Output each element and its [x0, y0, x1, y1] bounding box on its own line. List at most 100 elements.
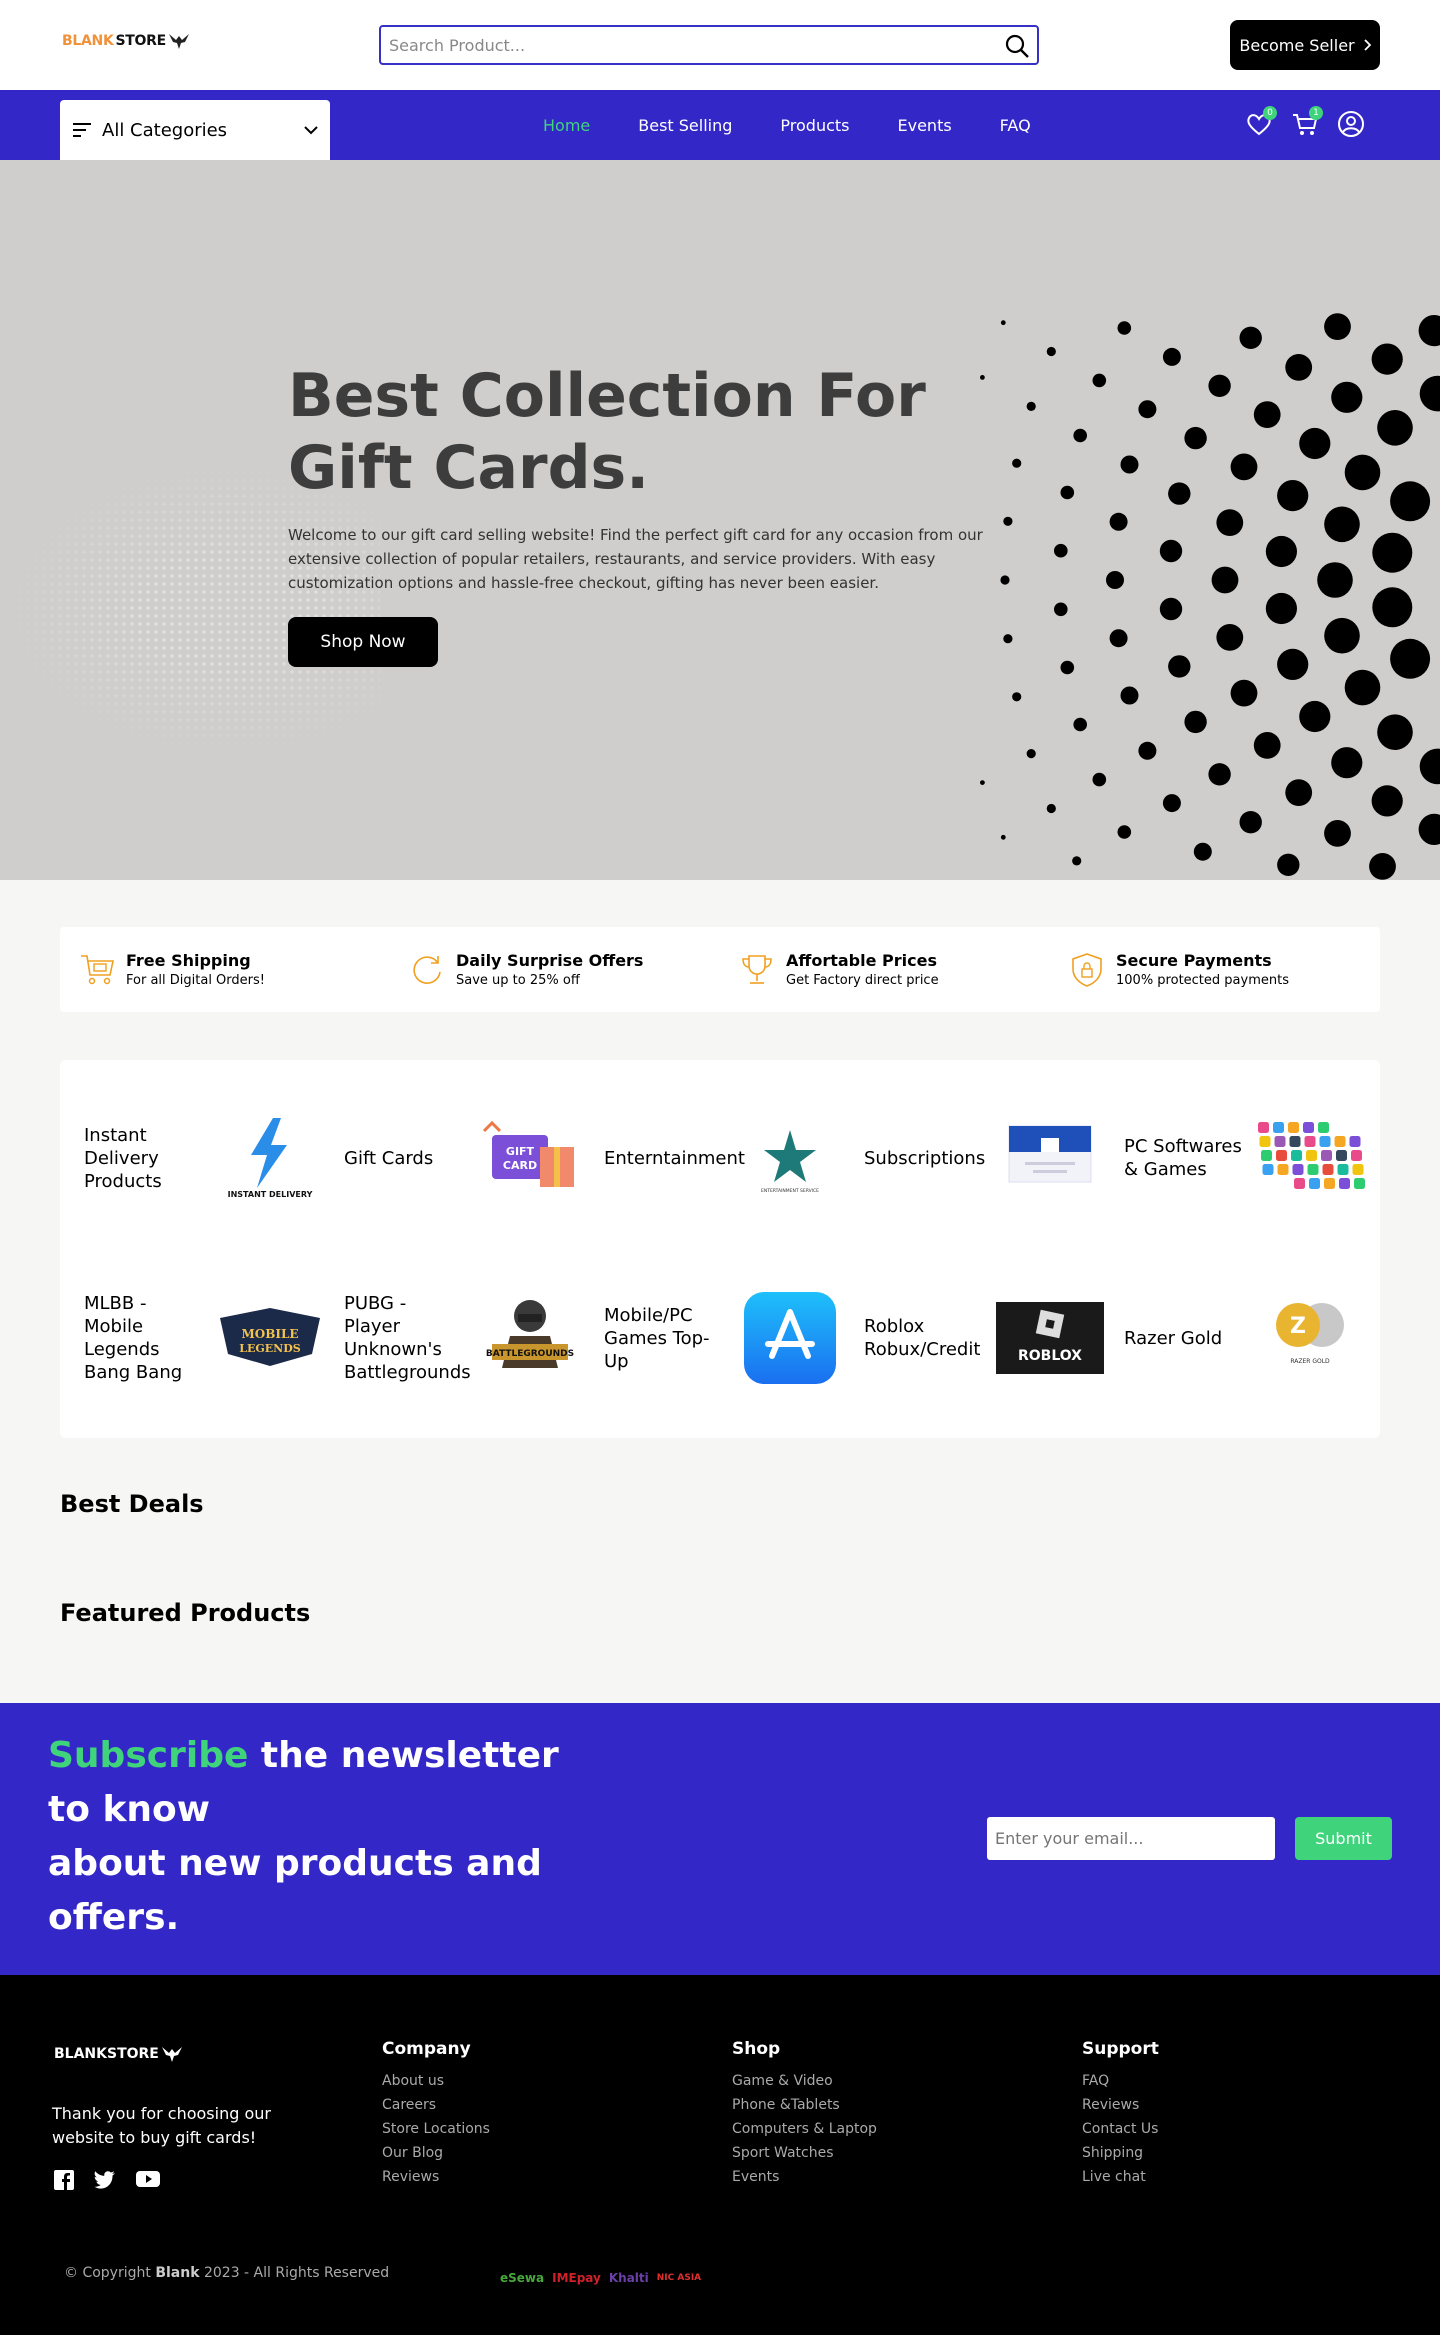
roblox-logo: ROBLOX — [996, 1302, 1104, 1374]
footer-link[interactable]: Phone &Tablets — [732, 2093, 877, 2117]
all-categories-dropdown[interactable]: All Categories — [60, 100, 330, 160]
pattern-dot — [1060, 485, 1075, 500]
footer-link[interactable]: About us — [382, 2069, 490, 2093]
category-grid-panel: Instant Delivery Products INSTANT DELIVE… — [60, 1060, 1380, 1438]
pattern-dot — [1253, 401, 1281, 428]
pattern-dot — [1239, 811, 1262, 834]
pattern-dot — [1324, 506, 1360, 543]
pattern-dot — [1216, 509, 1244, 536]
category-card-games-topup[interactable]: Mobile/PC Games Top-Up — [604, 1248, 864, 1428]
footer-link[interactable]: Our Blog — [382, 2141, 490, 2165]
newsletter-email-input[interactable] — [987, 1817, 1275, 1860]
pattern-dot — [1109, 512, 1128, 531]
nav-link-events[interactable]: Events — [898, 116, 952, 135]
wishlist-button[interactable]: 0 — [1245, 106, 1277, 138]
category-card-mlbb[interactable]: MLBB - Mobile Legends Bang Bang MOBILE LE… — [84, 1248, 344, 1428]
feature-secure-payments: Secure Payments 100% protected payments — [1050, 927, 1380, 1012]
feature-subtitle: Get Factory direct price — [786, 973, 939, 988]
app-tile — [1261, 1150, 1272, 1161]
category-name: Enterntainment — [604, 1147, 745, 1169]
feature-subtitle: Save up to 25% off — [456, 973, 580, 988]
mobile-legends-logo: MOBILELEGENDS — [220, 1308, 320, 1366]
pattern-dot — [1000, 834, 1006, 840]
footer-link[interactable]: Shipping — [1082, 2141, 1159, 2165]
app-icons-grid — [1258, 1122, 1365, 1189]
footer-link[interactable]: Reviews — [382, 2165, 490, 2189]
pattern-dot — [1054, 602, 1068, 617]
pattern-dot — [1230, 453, 1258, 481]
footer-link[interactable]: Contact Us — [1082, 2117, 1159, 2141]
app-tile — [1319, 1136, 1331, 1147]
footer-link[interactable]: Store Locations — [382, 2117, 490, 2141]
footer-link[interactable]: Reviews — [1082, 2093, 1159, 2117]
pattern-dot — [1060, 660, 1075, 675]
pattern-dot — [1012, 692, 1022, 702]
pattern-dot — [1054, 543, 1068, 558]
newsletter-heading: Subscribe the newsletter to know about ne… — [48, 1729, 608, 1945]
category-card-roblox[interactable]: Roblox Robux/Credit ROBLOX — [864, 1248, 1124, 1428]
pattern-dot — [1168, 655, 1191, 678]
nav-link-home[interactable]: Home — [543, 116, 590, 135]
category-card-gift-cards[interactable]: Gift Cards GIFT CARD — [344, 1068, 604, 1248]
feature-prices: Affortable Prices Get Factory direct pric… — [720, 927, 1050, 1012]
pattern-dot — [1012, 458, 1022, 468]
cart-button[interactable]: 1 — [1291, 106, 1323, 138]
entertainment-thumbnail: ENTERTAINMENT SERVICE — [734, 1111, 846, 1206]
feature-subtitle: For all Digital Orders! — [126, 973, 265, 988]
category-card-pc-software-games[interactable]: PC Softwares & Games — [1124, 1068, 1384, 1248]
pattern-dot — [1253, 732, 1281, 759]
footer-column-heading: Shop — [732, 2039, 781, 2059]
become-seller-button[interactable]: Become Seller — [1230, 20, 1380, 70]
feature-title: Free Shipping — [126, 951, 251, 970]
app-tile — [1321, 1150, 1332, 1161]
newsletter-submit-button[interactable]: Submit — [1295, 1817, 1392, 1860]
category-name: Mobile/PC Games Top-Up — [604, 1304, 710, 1372]
footer-link[interactable]: Computers & Laptop — [732, 2117, 877, 2141]
nav-link-best-selling[interactable]: Best Selling — [638, 116, 732, 135]
nav-link-products[interactable]: Products — [780, 116, 849, 135]
eagle-icon — [168, 34, 189, 49]
category-card-entertainment[interactable]: Enterntainment ENTERTAINMENT SERVICE — [604, 1068, 864, 1248]
pattern-dot — [1277, 648, 1309, 680]
footer-link[interactable]: FAQ — [1082, 2069, 1159, 2093]
footer-logo[interactable]: BLANKSTORE — [54, 2045, 183, 2063]
feature-title: Secure Payments — [1116, 951, 1272, 970]
footer-link[interactable]: Game & Video — [732, 2069, 877, 2093]
pattern-dot — [1003, 634, 1013, 644]
shop-now-button[interactable]: Shop Now — [288, 617, 438, 667]
app-tile — [1337, 1164, 1349, 1175]
youtube-icon[interactable] — [136, 2170, 160, 2188]
pattern-dot — [1390, 638, 1431, 679]
category-card-razer-gold[interactable]: Razer Gold Z RAZER GOLD — [1124, 1248, 1384, 1428]
search-input[interactable] — [381, 27, 981, 63]
category-card-pubg[interactable]: PUBG - Player Unknown's Battlegrounds BA… — [344, 1248, 604, 1428]
footer-link[interactable]: Events — [732, 2165, 877, 2189]
logo-text-blank: BLANK — [62, 33, 114, 49]
pattern-dot — [980, 780, 985, 785]
pattern-dot — [1073, 717, 1087, 732]
app-tile — [1292, 1164, 1304, 1175]
pattern-dot — [1265, 592, 1297, 625]
category-name: Gift Cards — [344, 1147, 434, 1169]
profile-button[interactable] — [1337, 110, 1365, 138]
pattern-dot — [1377, 410, 1413, 446]
pubg-thumbnail: BATTLEGROUNDS — [474, 1291, 586, 1386]
esewa-logo: eSewa — [500, 2271, 545, 2285]
nav-link-faq[interactable]: FAQ — [1000, 116, 1031, 135]
roblox-thumbnail: ROBLOX — [994, 1291, 1106, 1386]
pattern-dot — [1072, 856, 1082, 866]
footer-column-company: Company About us Careers Store Locations… — [382, 2039, 490, 2189]
category-card-subscriptions[interactable]: Subscriptions — [864, 1068, 1124, 1248]
category-name: Subscriptions — [864, 1147, 986, 1169]
feature-title: Daily Surprise Offers — [456, 951, 644, 970]
newsletter-section: Subscribe the newsletter to know about ne… — [0, 1703, 1440, 1975]
footer-link[interactable]: Sport Watches — [732, 2141, 877, 2165]
footer-link[interactable]: Live chat — [1082, 2165, 1159, 2189]
facebook-icon[interactable] — [54, 2170, 74, 2190]
footer-link[interactable]: Careers — [382, 2093, 490, 2117]
top-header: BLANKSTORE Become Seller — [0, 0, 1440, 90]
search-icon[interactable] — [1003, 32, 1031, 60]
twitter-icon[interactable] — [94, 2170, 116, 2190]
site-logo[interactable]: BLANK STORE — [62, 32, 190, 50]
category-card-instant-delivery[interactable]: Instant Delivery Products INSTANT DELIVE… — [84, 1068, 344, 1248]
